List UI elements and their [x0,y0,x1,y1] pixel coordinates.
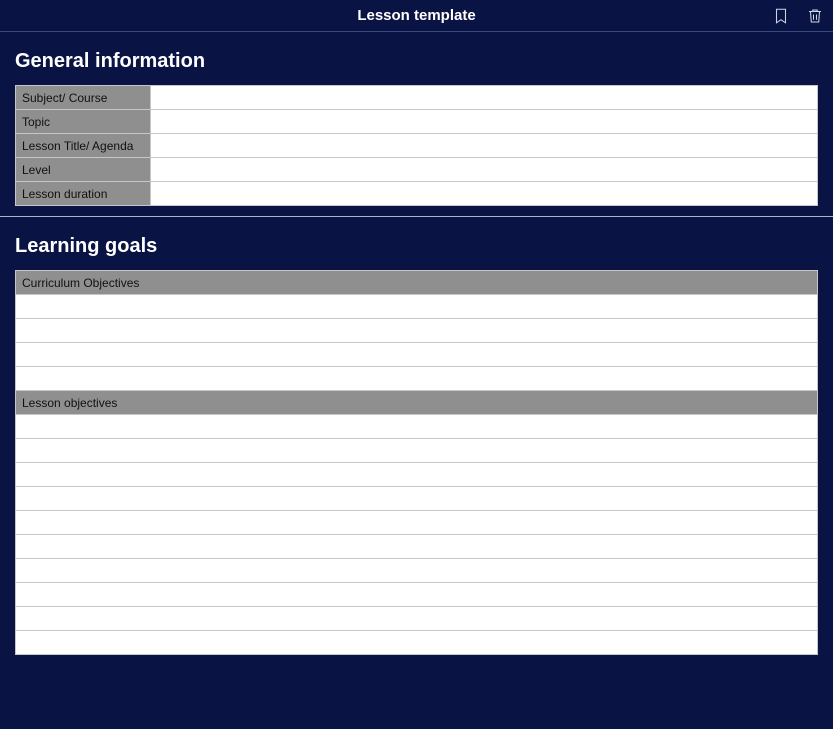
table-row [16,511,818,535]
field-label-lesson-title: Lesson Title/ Agenda [16,134,151,158]
goal-cell[interactable] [16,343,818,367]
goal-cell[interactable] [16,415,818,439]
header-actions [771,6,825,26]
general-info-table: Subject/ Course Topic Lesson Title/ Agen… [15,85,818,206]
table-row [16,559,818,583]
goal-cell[interactable] [16,583,818,607]
section-title-goals: Learning goals [15,235,818,258]
goal-cell[interactable] [16,367,818,391]
field-label-topic: Topic [16,110,151,134]
subhead-label-lesson: Lesson objectives [16,391,818,415]
field-value-subject[interactable] [151,86,818,110]
goal-cell[interactable] [16,463,818,487]
goal-cell[interactable] [16,511,818,535]
section-general: General information Subject/ Course Topi… [0,32,833,216]
page-title: Lesson template [357,7,475,24]
table-row: Subject/ Course [16,86,818,110]
table-row: Topic [16,110,818,134]
field-value-duration[interactable] [151,182,818,206]
table-row [16,439,818,463]
goal-cell[interactable] [16,295,818,319]
goal-cell[interactable] [16,535,818,559]
goal-cell[interactable] [16,487,818,511]
bookmark-icon[interactable] [771,6,791,26]
goal-cell[interactable] [16,319,818,343]
section-title-general: General information [15,50,818,73]
table-row [16,607,818,631]
trash-icon[interactable] [805,6,825,26]
header-bar: Lesson template [0,0,833,32]
subhead-curriculum: Curriculum Objectives [16,271,818,295]
table-row [16,343,818,367]
table-row [16,295,818,319]
field-label-subject: Subject/ Course [16,86,151,110]
table-row: Level [16,158,818,182]
table-row [16,367,818,391]
goal-cell[interactable] [16,607,818,631]
table-row [16,463,818,487]
table-row [16,415,818,439]
field-label-duration: Lesson duration [16,182,151,206]
subhead-label-curriculum: Curriculum Objectives [16,271,818,295]
field-label-level: Level [16,158,151,182]
table-row [16,319,818,343]
table-row [16,583,818,607]
field-value-topic[interactable] [151,110,818,134]
table-row: Lesson duration [16,182,818,206]
table-row [16,487,818,511]
section-goals: Learning goals Curriculum Objectives Les… [0,217,833,665]
field-value-lesson-title[interactable] [151,134,818,158]
field-value-level[interactable] [151,158,818,182]
goal-cell[interactable] [16,631,818,655]
table-row [16,535,818,559]
subhead-lesson: Lesson objectives [16,391,818,415]
goal-cell[interactable] [16,439,818,463]
goal-cell[interactable] [16,559,818,583]
table-row [16,631,818,655]
table-row: Lesson Title/ Agenda [16,134,818,158]
learning-goals-table: Curriculum Objectives Lesson objectives [15,270,818,655]
